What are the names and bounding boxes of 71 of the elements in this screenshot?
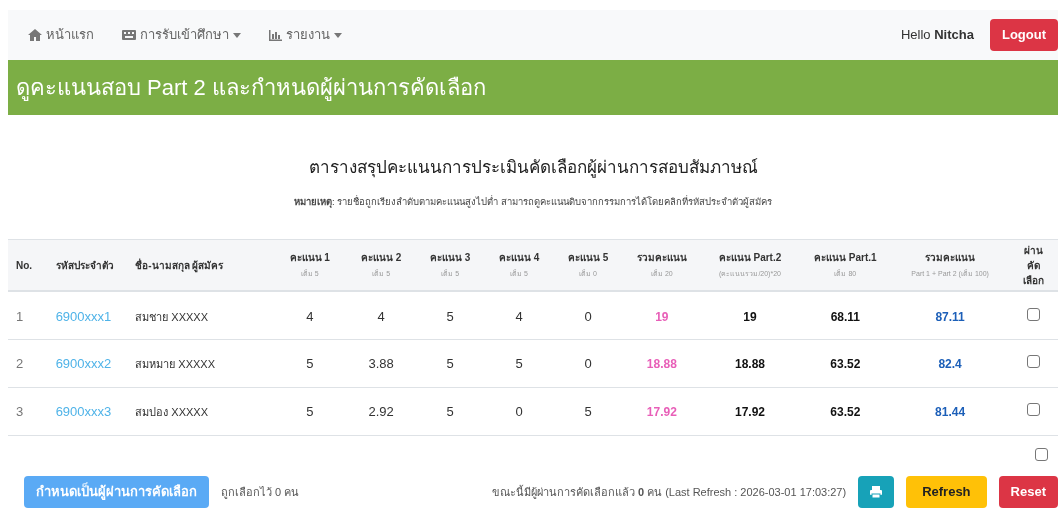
score-value: 87.11 (935, 309, 965, 324)
column-header: No. (8, 239, 48, 292)
score-value: 5 (515, 356, 523, 372)
score-value: 0 (584, 308, 592, 324)
score-value: 68.11 (830, 309, 860, 324)
column-header: ผ่าน คัดเลือก (1008, 239, 1058, 292)
score-value: 19 (655, 309, 669, 324)
score-value: 18.88 (735, 357, 765, 372)
column-header: คะแนน Part.1 (813, 251, 878, 266)
selected-count: ถูกเลือกไว้ 0 คน (221, 484, 300, 500)
score-value: 2.92 (368, 404, 394, 420)
column-header: รวมคะแนน (635, 251, 688, 266)
score-value: 5 (584, 404, 592, 420)
select-all-checkbox[interactable] (1035, 448, 1048, 462)
note-text: หมายเหตุ: รายชื่อถูกเรียงลำดับตามคะแนนสูงไปต่ำ สามารถดูคะแนนดิบจากกรรมการได้โดยคลิกที่รหัสประจำตัวผู้สมัคร (293, 194, 773, 209)
score-value: 82.4 (938, 357, 962, 372)
score-value: 5 (446, 404, 454, 420)
score-value: 81.44 (935, 405, 966, 420)
column-header: คะแนน 2 (359, 251, 403, 266)
applicant-name: สมปอง XXXXX (135, 406, 208, 419)
greeting: Hello Nitcha (900, 26, 974, 45)
score-value: 3.88 (368, 356, 394, 372)
keyboard-icon (122, 30, 136, 40)
score-value: 5 (306, 404, 314, 420)
column-header: รหัสประจำตัว (47, 239, 128, 292)
logout-button[interactable]: Logout (989, 19, 1058, 51)
refresh-button[interactable]: Refresh (906, 475, 987, 508)
score-value: 5 (446, 356, 454, 372)
column-header: คะแนน 5 (566, 251, 610, 266)
score-value: 0 (515, 404, 523, 420)
column-header: คะแนน 1 (288, 251, 331, 266)
home-icon (28, 29, 42, 41)
pass-checkbox[interactable] (1026, 403, 1040, 417)
score-value: 19 (743, 309, 757, 324)
row-number: 1 (16, 308, 24, 324)
table-heading: ตารางสรุปคะแนนการประเมินคัดเลือกผู้ผ่านการสอบสัมภาษณ์ (307, 157, 759, 180)
nav-link[interactable]: รายงาน (269, 25, 342, 45)
row-number: 2 (16, 356, 24, 372)
score-value: 5 (306, 356, 314, 372)
reset-button[interactable]: Reset (998, 475, 1058, 508)
applicant-name: สมชาย XXXXX (135, 310, 208, 323)
status-text: ขณะนี้มีผู้ผ่านการคัดเลือกแล้ว 0 คน (Last Refresh : 2026-03-01 17:03:27) (491, 484, 847, 500)
column-header: คะแนน Part.2 (717, 251, 783, 266)
row-number: 3 (16, 404, 24, 420)
score-value: 18.88 (646, 357, 677, 372)
score-value: 0 (584, 356, 592, 372)
pass-checkbox[interactable] (1026, 307, 1040, 321)
score-value: 17.92 (735, 405, 765, 420)
column-header: คะแนน 4 (497, 251, 541, 266)
score-value: 4 (515, 308, 523, 324)
score-value: 63.52 (830, 405, 861, 420)
applicant-id-link[interactable]: 6900xxx2 (55, 356, 112, 372)
score-value: 4 (377, 308, 385, 324)
bar-chart-icon (269, 29, 282, 41)
printer-icon (869, 484, 884, 499)
applicant-id-link[interactable]: 6900xxx3 (55, 404, 112, 420)
score-value: 5 (446, 308, 454, 324)
pass-checkbox[interactable] (1026, 355, 1040, 369)
applicant-id-link[interactable]: 6900xxx1 (55, 308, 112, 324)
print-button[interactable] (858, 475, 895, 508)
applicant-name: สมหมาย XXXXX (135, 358, 215, 371)
column-header: คะแนน 3 (428, 251, 472, 266)
score-value: 63.52 (830, 357, 861, 372)
nav-link[interactable]: การรับเข้าศึกษา (122, 25, 241, 45)
nav-link[interactable]: หน้าแรก (28, 25, 94, 45)
score-value: 17.92 (646, 405, 677, 420)
page-title: ดูคะแนนสอบ Part 2 และกำหนดผู้ผ่านการคัดเลือก (16, 74, 486, 103)
column-header: รวมคะแนน (924, 251, 977, 266)
score-value: 4 (306, 308, 314, 324)
column-header: ชื่อ-นามสกุล ผู้สมัคร (127, 239, 273, 292)
set-passed-button[interactable]: กำหนดเป็นผู้ผ่านการคัดเลือก (24, 475, 209, 508)
